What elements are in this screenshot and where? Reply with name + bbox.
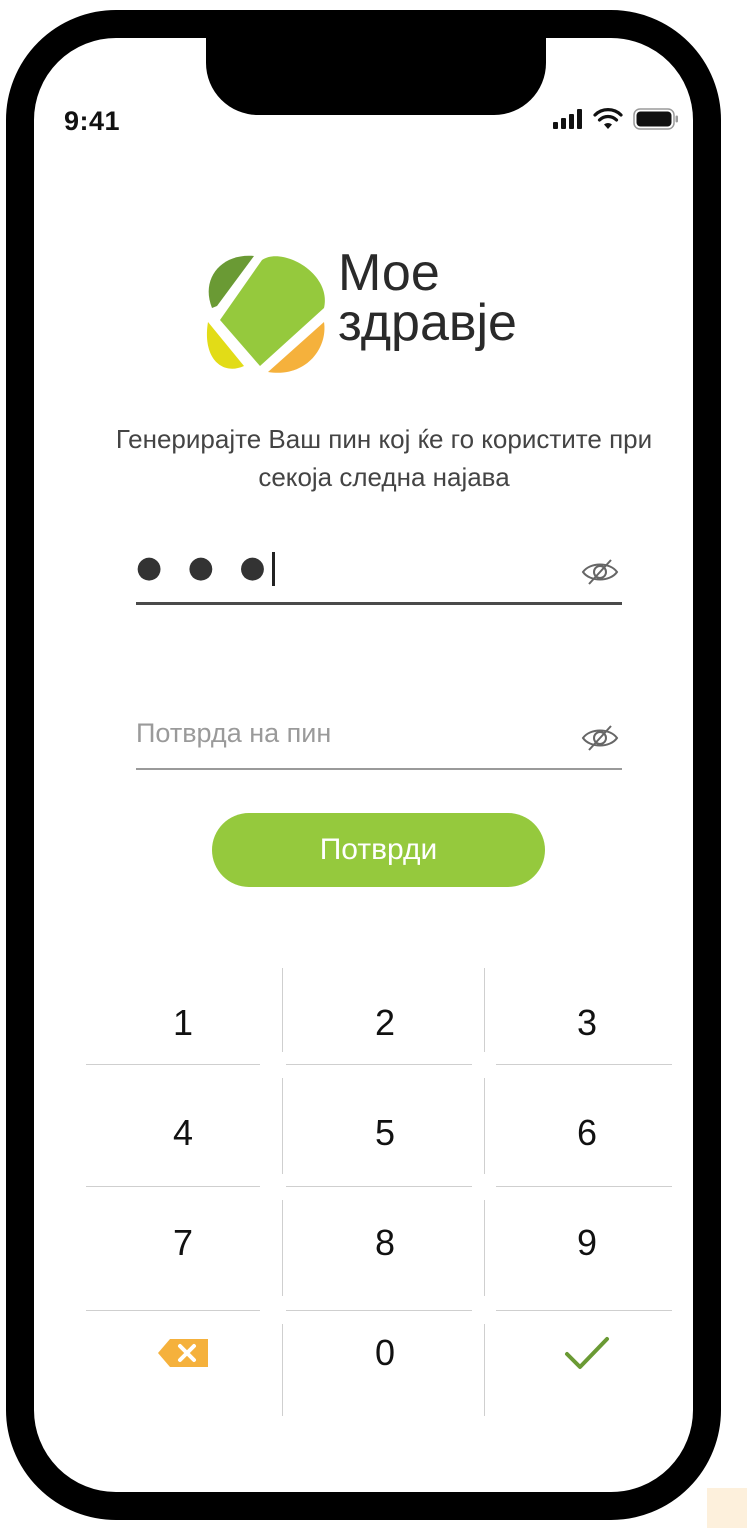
key-7[interactable]: 7 [86, 1188, 280, 1298]
key-0[interactable]: 0 [288, 1298, 482, 1408]
logo-line-1: Мое [338, 244, 440, 302]
keypad-divider [496, 1064, 672, 1065]
heart-logo-icon [206, 255, 325, 373]
eye-hidden-icon[interactable] [580, 558, 620, 586]
submit-key[interactable] [490, 1298, 684, 1408]
app-logo: Мое здравје [202, 244, 562, 378]
key-5[interactable]: 5 [288, 1078, 482, 1188]
backspace-key[interactable] [86, 1298, 280, 1408]
instructions-line-2: секоја следна најава [258, 462, 510, 492]
eye-hidden-icon[interactable] [580, 724, 620, 752]
keypad-divider [484, 968, 485, 1052]
instructions-text: Генерирајте Ваш пин кој ќе го користите … [74, 420, 693, 496]
background-corner-accent [707, 1488, 747, 1528]
status-icons [553, 108, 679, 130]
logo-wordmark: Мое здравје [338, 244, 517, 352]
keypad-divider [282, 1324, 283, 1416]
key-1[interactable]: 1 [86, 968, 280, 1078]
keypad-divider [484, 1078, 485, 1174]
numeric-keypad: 1 2 3 4 5 6 7 8 9 0 [86, 968, 672, 1416]
keypad-divider [86, 1186, 260, 1187]
keypad-divider [484, 1200, 485, 1296]
wifi-icon [593, 108, 623, 129]
keypad-divider [86, 1310, 260, 1311]
phone-notch [206, 38, 546, 115]
backspace-icon [158, 1339, 208, 1367]
confirm-pin-placeholder: Потврда на пин [136, 718, 332, 748]
text-caret [271, 551, 275, 586]
battery-icon [633, 108, 678, 130]
keypad-divider [484, 1324, 485, 1416]
confirm-pin-input[interactable]: Потврда на пин [136, 706, 622, 770]
keypad-divider [282, 1200, 283, 1296]
keypad-divider [286, 1186, 472, 1187]
keypad-divider [282, 1078, 283, 1174]
keypad-divider [86, 1064, 260, 1065]
keypad-divider [282, 968, 283, 1052]
instructions-line-1: Генерирајте Ваш пин кој ќе го користите … [115, 424, 653, 454]
pin-value: ● ● ● [136, 550, 275, 586]
logo-line-2: здравје [338, 294, 517, 352]
key-8[interactable]: 8 [288, 1188, 482, 1298]
key-3[interactable]: 3 [490, 968, 684, 1078]
signal-icon [553, 109, 582, 129]
keypad-divider [286, 1310, 472, 1311]
keypad-divider [496, 1186, 672, 1187]
key-4[interactable]: 4 [86, 1078, 280, 1188]
key-2[interactable]: 2 [288, 968, 482, 1078]
keypad-divider [286, 1064, 472, 1065]
keypad-divider [496, 1310, 672, 1311]
checkmark-icon [565, 1337, 609, 1369]
pin-input[interactable]: ● ● ● [136, 540, 622, 605]
key-9[interactable]: 9 [490, 1188, 684, 1298]
status-time: 9:41 [64, 106, 121, 136]
key-6[interactable]: 6 [490, 1078, 684, 1188]
phone-frame: 9:41 Мое здравје Генерирајте Ваш пин кој… [6, 10, 721, 1520]
confirm-button[interactable]: Потврди [212, 813, 545, 887]
